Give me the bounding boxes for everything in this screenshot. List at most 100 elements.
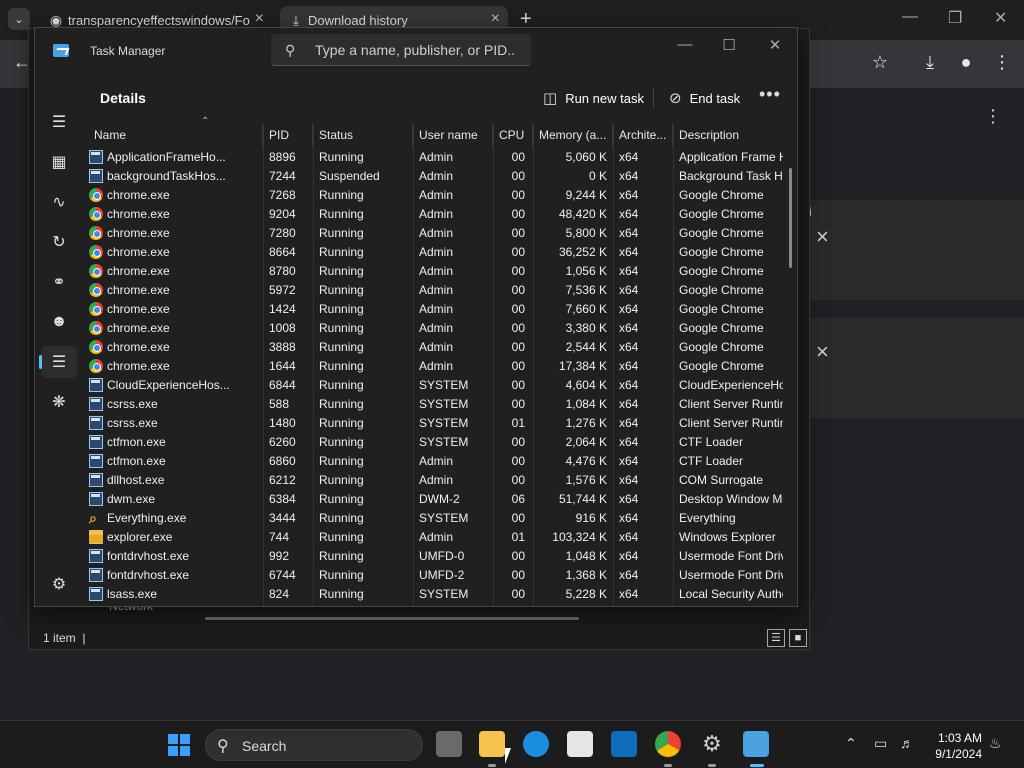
cell-user: Admin xyxy=(419,359,454,373)
vertical-scrollbar[interactable] xyxy=(789,168,792,268)
table-row[interactable]: chrome.exe 1008 Running Admin 00 3,380 K x64 Go… xyxy=(83,319,783,338)
table-row[interactable]: csrss.exe 1480 Running SYSTEM 01 1,276 K x64 Cl… xyxy=(83,414,783,433)
table-row[interactable]: chrome.exe 1644 Running Admin 00 17,384 K x64 G… xyxy=(83,357,783,376)
table-row[interactable]: dllhost.exe 6212 Running Admin 00 1,576 K x64 C… xyxy=(83,471,783,490)
cell-desc: Usermode Font Driver ... xyxy=(679,568,783,582)
table-row[interactable]: ⌕ Everything.exe 3444 Running SYSTEM 00 916 K x… xyxy=(83,509,783,528)
table-row[interactable]: chrome.exe 3888 Running Admin 00 2,544 K x64 Go… xyxy=(83,338,783,357)
more-options-icon[interactable]: ••• xyxy=(759,84,781,105)
close-window-icon[interactable]: ✕ xyxy=(994,8,1007,28)
startup-apps-icon[interactable]: ⚭ xyxy=(41,266,77,298)
table-row[interactable]: csrss.exe 588 Running SYSTEM 00 1,084 K x64 Cli… xyxy=(83,395,783,414)
windows-start-icon[interactable] xyxy=(168,734,190,756)
profile-icon[interactable]: ● xyxy=(954,52,978,73)
table-row[interactable]: chrome.exe 1424 Running Admin 00 7,660 K x64 Go… xyxy=(83,300,783,319)
cell-name: ctfmon.exe xyxy=(107,454,166,468)
column-header-name[interactable]: Name xyxy=(83,124,263,146)
settings-gear-icon[interactable]: ⚙ xyxy=(699,731,725,757)
users-icon[interactable]: ☻ xyxy=(41,306,77,338)
close-icon[interactable]: × xyxy=(816,224,829,250)
chrome-icon xyxy=(89,321,103,335)
cell-pid: 8664 xyxy=(269,245,296,259)
microsoft-store-icon[interactable] xyxy=(567,731,593,757)
restore-icon[interactable]: ❐ xyxy=(948,8,962,28)
table-row[interactable]: CloudExperienceHos... 6844 Running SYSTEM 00… xyxy=(83,376,783,395)
edge-icon[interactable] xyxy=(523,731,549,757)
column-header-architecture[interactable]: Archite... xyxy=(613,124,673,146)
cell-arch: x64 xyxy=(619,587,639,601)
search-input[interactable] xyxy=(315,41,515,59)
column-header-pid[interactable]: PID xyxy=(263,124,313,146)
column-header-description[interactable]: Description xyxy=(673,124,797,146)
settings-gear-icon[interactable]: ⚙ xyxy=(41,568,77,600)
cell-user: Admin xyxy=(419,283,454,297)
tab-search-dropdown[interactable]: ⌄ xyxy=(8,8,30,30)
table-row[interactable]: chrome.exe 8780 Running Admin 00 1,056 K x64 Go… xyxy=(83,262,783,281)
processes-icon[interactable]: ▦ xyxy=(41,146,77,178)
column-header-status[interactable]: Status xyxy=(313,124,413,146)
close-icon[interactable]: × xyxy=(491,10,500,28)
file-explorer-icon[interactable] xyxy=(479,731,505,757)
table-row[interactable]: chrome.exe 9204 Running Admin 00 48,420 K x64 G… xyxy=(83,205,783,224)
table-row[interactable]: dwm.exe 6384 Running DWM-2 06 51,744 K x64 Desk… xyxy=(83,490,783,509)
clock-time[interactable]: 1:03 AM xyxy=(934,731,982,745)
details-view-icon[interactable]: ☰ xyxy=(767,629,785,647)
table-row[interactable]: lsass.exe 824 Running SYSTEM 00 5,228 K x64 Loc… xyxy=(83,585,783,604)
cell-user: Admin xyxy=(419,150,454,164)
cell-desc: Application Frame Host xyxy=(679,150,783,164)
cell-arch: x64 xyxy=(619,226,639,240)
app-history-icon[interactable]: ↻ xyxy=(41,226,77,258)
bookmark-star-icon[interactable]: ☆ xyxy=(868,52,892,73)
end-task-button[interactable]: ⊘ End task xyxy=(669,89,740,107)
horizontal-scrollbar[interactable] xyxy=(205,617,579,620)
cell-status: Running xyxy=(319,340,364,354)
taskbar-search-box[interactable]: ⚲ Search xyxy=(205,729,423,761)
tiles-view-icon[interactable]: ■ xyxy=(789,629,807,647)
column-header-user-name[interactable]: User name xyxy=(413,124,493,146)
cell-arch: x64 xyxy=(619,511,639,525)
table-row[interactable]: ApplicationFrameHo... 8896 Running Admin 00 5… xyxy=(83,148,783,167)
minimize-icon[interactable]: — xyxy=(675,36,695,53)
table-row[interactable]: backgroundTaskHos... 7244 Suspended Admin 00… xyxy=(83,167,783,186)
table-row[interactable]: ctfmon.exe 6860 Running Admin 00 4,476 K x64 CT… xyxy=(83,452,783,471)
notification-bell-icon[interactable]: ♨ xyxy=(989,735,1002,752)
menu-dots-icon[interactable]: ⋮ xyxy=(990,52,1014,73)
close-icon[interactable]: × xyxy=(255,10,264,28)
table-row[interactable]: chrome.exe 8664 Running Admin 00 36,252 K x64 G… xyxy=(83,243,783,262)
minimize-icon[interactable]: — xyxy=(902,8,918,26)
task-manager-icon[interactable] xyxy=(743,731,769,757)
chrome-icon[interactable] xyxy=(655,731,681,757)
volume-icon[interactable]: ♬ xyxy=(900,735,914,751)
table-row[interactable]: chrome.exe 7268 Running Admin 00 9,244 K x64 Go… xyxy=(83,186,783,205)
outlook-icon[interactable] xyxy=(611,731,637,757)
clock-date[interactable]: 9/1/2024 xyxy=(928,747,982,761)
cell-user: Admin xyxy=(419,207,454,221)
search-box[interactable]: ⚲ xyxy=(271,34,531,66)
table-row[interactable]: chrome.exe 7280 Running Admin 00 5,800 K x64 Go… xyxy=(83,224,783,243)
cell-user: Admin xyxy=(419,473,454,487)
table-row[interactable]: ctfmon.exe 6260 Running SYSTEM 00 2,064 K x64 C… xyxy=(83,433,783,452)
more-options-icon[interactable]: ⋮ xyxy=(984,106,1002,127)
table-row[interactable]: fontdrvhost.exe 6744 Running UMFD-2 00 1,368 … xyxy=(83,566,783,585)
chevron-up-icon[interactable]: ⌃ xyxy=(845,735,857,752)
task-view-icon[interactable] xyxy=(436,731,462,757)
column-header-cpu[interactable]: CPU xyxy=(493,124,533,146)
cell-name: fontdrvhost.exe xyxy=(107,568,190,582)
network-icon[interactable]: ▭ xyxy=(874,735,887,752)
details-icon[interactable]: ☰ xyxy=(39,346,77,378)
browser-tab-title: transparencyeffectswindows/Fo xyxy=(68,12,250,28)
close-icon[interactable]: × xyxy=(816,339,829,365)
close-icon[interactable]: ✕ xyxy=(765,36,785,54)
downloads-icon[interactable]: ⤓ xyxy=(918,52,942,73)
performance-icon[interactable]: ∿ xyxy=(41,186,77,218)
run-new-task-button[interactable]: ◫ Run new task xyxy=(543,89,644,107)
table-row[interactable]: fontdrvhost.exe 992 Running UMFD-0 00 1,048 K… xyxy=(83,547,783,566)
table-row[interactable]: explorer.exe 744 Running Admin 01 103,324 K x6… xyxy=(83,528,783,547)
services-icon[interactable]: ❋ xyxy=(41,386,77,418)
maximize-icon[interactable]: ☐ xyxy=(719,36,739,54)
hamburger-menu-icon[interactable]: ☰ xyxy=(41,106,77,138)
column-header-memory[interactable]: Memory (a... xyxy=(533,124,613,146)
cell-cpu: 00 xyxy=(511,435,525,449)
table-row[interactable]: chrome.exe 5972 Running Admin 00 7,536 K x64 Go… xyxy=(83,281,783,300)
cell-cpu: 00 xyxy=(511,207,525,221)
